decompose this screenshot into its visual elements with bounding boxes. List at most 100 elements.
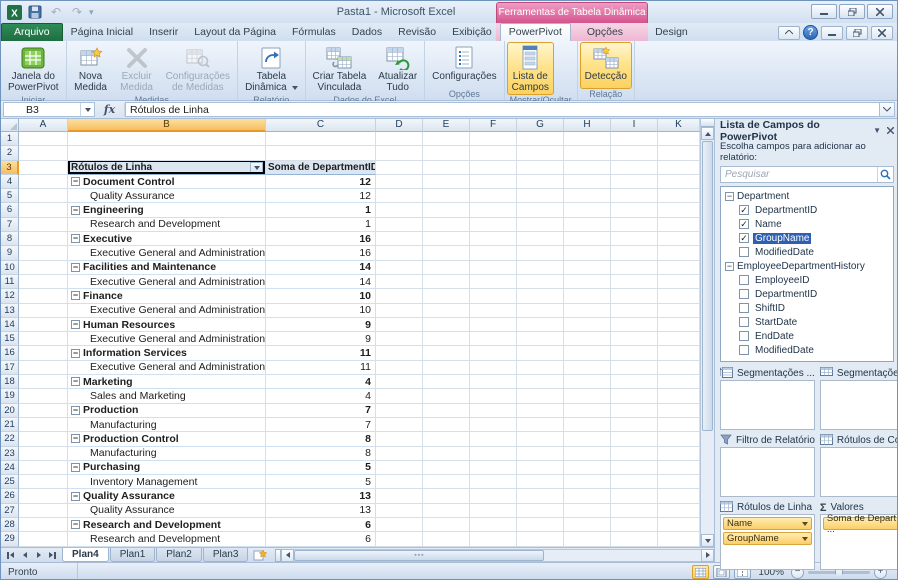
tab-exibição[interactable]: Exibição: [444, 24, 500, 41]
grid-cell-I6[interactable]: [611, 203, 658, 218]
grid-cell-F12[interactable]: [470, 289, 517, 304]
grid-cell-C17[interactable]: 11: [266, 360, 376, 376]
grid-cell-E5[interactable]: [423, 189, 470, 204]
collapse-group-icon[interactable]: −: [71, 262, 80, 272]
grid-cell-F19[interactable]: [470, 389, 517, 404]
scroll-down-icon[interactable]: [701, 534, 714, 547]
zone-box-slicers-vertical[interactable]: [720, 380, 815, 430]
collapse-group-icon[interactable]: −: [71, 291, 80, 301]
grid-cell-B13[interactable]: Executive General and Administration: [68, 303, 266, 318]
grid-cell-G22[interactable]: [517, 432, 564, 447]
grid-cell-K7[interactable]: [658, 217, 700, 233]
sheet-tab-plan3[interactable]: Plan3: [202, 548, 249, 562]
grid-cell-D6[interactable]: [376, 203, 423, 218]
grid-cell-H24[interactable]: [564, 460, 611, 476]
grid-cell-C26[interactable]: 13: [266, 489, 376, 504]
row-header-21[interactable]: 21: [1, 417, 19, 433]
grid-cell-C2[interactable]: [266, 146, 376, 161]
grid-cell-H1[interactable]: [564, 132, 611, 147]
grid-cell-F7[interactable]: [470, 217, 517, 233]
grid-cell-F1[interactable]: [470, 132, 517, 147]
grid-cell-C15[interactable]: 9: [266, 332, 376, 347]
grid-cell-H5[interactable]: [564, 189, 611, 204]
grid-cell-A14[interactable]: [19, 317, 68, 333]
grid-cell-D18[interactable]: [376, 375, 423, 390]
grid-cell-H3[interactable]: [564, 160, 611, 175]
grid-cell-D17[interactable]: [376, 360, 423, 376]
grid-cell-A21[interactable]: [19, 417, 68, 433]
grid-cell-A25[interactable]: [19, 475, 68, 490]
grid-cell-G5[interactable]: [517, 189, 564, 204]
column-header-G[interactable]: G: [517, 119, 564, 132]
insert-worksheet-icon[interactable]: [249, 548, 271, 562]
row-header-29[interactable]: 29: [1, 532, 19, 547]
grid-cell-D26[interactable]: [376, 489, 423, 504]
grid-cell-I8[interactable]: [611, 232, 658, 247]
vertical-scroll-thumb[interactable]: [702, 141, 713, 431]
grid-cell-H27[interactable]: [564, 503, 611, 519]
grid-cell-G18[interactable]: [517, 375, 564, 390]
row-header-16[interactable]: 16: [1, 346, 19, 361]
grid-cell-D4[interactable]: [376, 174, 423, 190]
grid-cell-I29[interactable]: [611, 532, 658, 547]
collapse-group-icon[interactable]: −: [71, 405, 80, 415]
grid-cell-C1[interactable]: [266, 132, 376, 147]
grid-cell-F2[interactable]: [470, 146, 517, 161]
grid-cell-A20[interactable]: [19, 403, 68, 418]
grid-cell-D14[interactable]: [376, 317, 423, 333]
grid-cell-A26[interactable]: [19, 489, 68, 504]
grid-cell-G20[interactable]: [517, 403, 564, 418]
grid-cell-K9[interactable]: [658, 246, 700, 261]
pivot-filter-dropdown-icon[interactable]: [250, 161, 263, 174]
collapse-group-icon[interactable]: −: [71, 462, 80, 472]
tab-revisão[interactable]: Revisão: [390, 24, 444, 41]
field-item-modifieddate[interactable]: ModifiedDate: [721, 245, 893, 259]
grid-cell-I27[interactable]: [611, 503, 658, 519]
minimize-icon[interactable]: [811, 4, 837, 19]
refresh-all-button[interactable]: Atualizar Tudo: [373, 42, 422, 95]
grid-cell-I14[interactable]: [611, 317, 658, 333]
sheet-tab-plan2[interactable]: Plan2: [156, 548, 202, 562]
grid-cell-B25[interactable]: Inventory Management: [68, 475, 266, 490]
field-checkbox[interactable]: [739, 317, 749, 327]
grid-cell-C3[interactable]: Soma de DepartmentID: [266, 160, 376, 175]
zone-field-pill[interactable]: GroupName: [723, 532, 812, 545]
row-header-23[interactable]: 23: [1, 446, 19, 461]
grid-cell-I2[interactable]: [611, 146, 658, 161]
grid-cell-E25[interactable]: [423, 475, 470, 490]
grid-cell-B28[interactable]: − Research and Development: [68, 518, 266, 533]
row-header-6[interactable]: 6: [1, 203, 19, 218]
grid-cell-G27[interactable]: [517, 503, 564, 519]
grid-cell-F4[interactable]: [470, 174, 517, 190]
grid-cell-A28[interactable]: [19, 518, 68, 533]
grid-cell-D21[interactable]: [376, 417, 423, 433]
grid-cell-C16[interactable]: 11: [266, 346, 376, 361]
pill-dropdown-icon[interactable]: [801, 521, 808, 526]
grid-cell-E3[interactable]: [423, 160, 470, 175]
field-item-startdate[interactable]: StartDate: [721, 315, 893, 329]
grid-cell-D3[interactable]: [376, 160, 423, 175]
grid-cell-C7[interactable]: 1: [266, 217, 376, 233]
grid-cell-C27[interactable]: 13: [266, 503, 376, 519]
row-header-26[interactable]: 26: [1, 489, 19, 504]
grid-cell-E22[interactable]: [423, 432, 470, 447]
grid-cell-D20[interactable]: [376, 403, 423, 418]
grid-cell-E21[interactable]: [423, 417, 470, 433]
grid-cell-C9[interactable]: 16: [266, 246, 376, 261]
grid-cell-K2[interactable]: [658, 146, 700, 161]
grid-cell-I9[interactable]: [611, 246, 658, 261]
grid-cell-C4[interactable]: 12: [266, 174, 376, 190]
grid-cell-D15[interactable]: [376, 332, 423, 347]
column-header-B[interactable]: B: [68, 119, 266, 132]
grid-cell-E14[interactable]: [423, 317, 470, 333]
grid-cell-B19[interactable]: Sales and Marketing: [68, 389, 266, 404]
collapse-table-icon[interactable]: −: [725, 191, 734, 201]
grid-cell-A9[interactable]: [19, 246, 68, 261]
row-header-1[interactable]: 1: [1, 132, 19, 147]
grid-cell-I12[interactable]: [611, 289, 658, 304]
grid-cell-E13[interactable]: [423, 303, 470, 318]
grid-cell-F26[interactable]: [470, 489, 517, 504]
field-list-table-employeedepartmenthistory[interactable]: − EmployeeDepartmentHistory: [721, 259, 893, 273]
grid-cell-H11[interactable]: [564, 274, 611, 290]
grid-cell-H29[interactable]: [564, 532, 611, 547]
